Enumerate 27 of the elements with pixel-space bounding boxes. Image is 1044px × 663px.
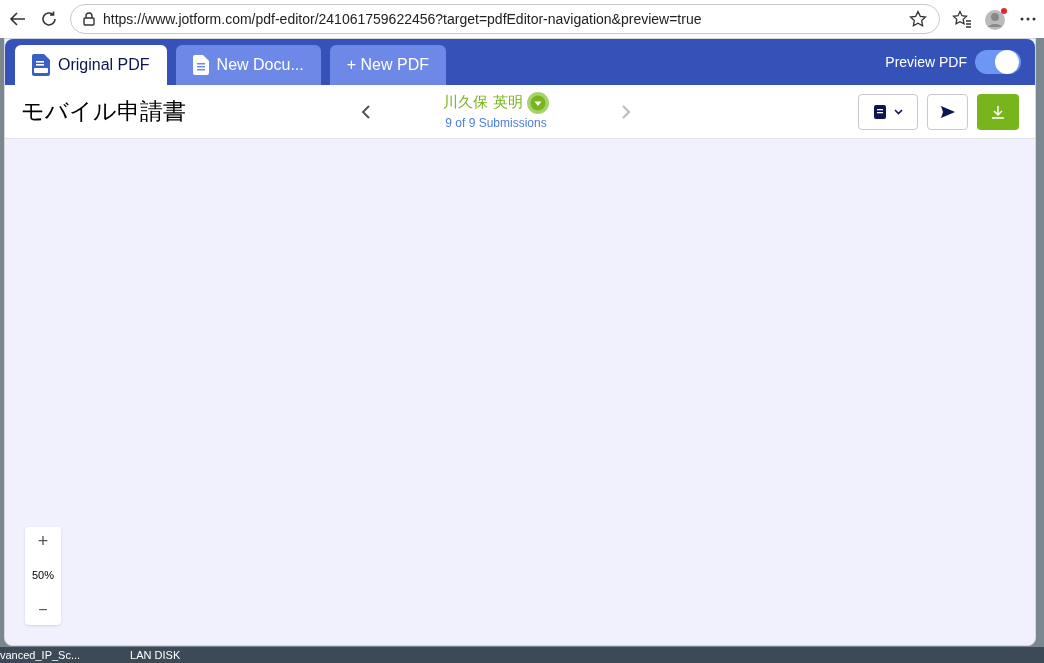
document-title: モバイル申請書 (21, 97, 187, 127)
previous-icon[interactable] (361, 104, 371, 119)
preview-switch[interactable] (975, 50, 1021, 74)
document-icon (192, 55, 209, 75)
taskbar-label[interactable]: LAN DISK (130, 646, 181, 663)
star-icon[interactable] (909, 10, 927, 28)
submitter-name: 川久保 英明 (443, 92, 523, 114)
document-icon (873, 104, 886, 119)
url-text: https://www.jotform.com/pdf-editor/241061759622456?target=pdfEditor-navigation&preview=true (103, 9, 703, 29)
tab[interactable]: Original PDF (15, 45, 167, 85)
more-icon[interactable] (1020, 16, 1036, 22)
zoom-in-button[interactable]: + (25, 527, 61, 555)
profile-icon[interactable] (984, 7, 1008, 31)
zoom-out-button[interactable]: − (25, 595, 61, 625)
reload-icon[interactable] (40, 10, 58, 28)
preview-label: Preview PDF (885, 52, 967, 72)
lock-icon (83, 12, 95, 26)
send-icon (939, 104, 956, 119)
favorites-icon[interactable] (952, 10, 972, 28)
caret-icon (893, 108, 903, 115)
download-icon (991, 104, 1005, 119)
taskbar-label[interactable]: vanced_IP_Sc... (0, 646, 81, 663)
document-menu-button[interactable] (858, 93, 918, 130)
pdf-file-icon (32, 54, 50, 76)
submission-count: 9 of 9 Submissions (445, 114, 547, 132)
send-button[interactable] (927, 93, 968, 130)
zoom-level: 50% (32, 567, 54, 583)
